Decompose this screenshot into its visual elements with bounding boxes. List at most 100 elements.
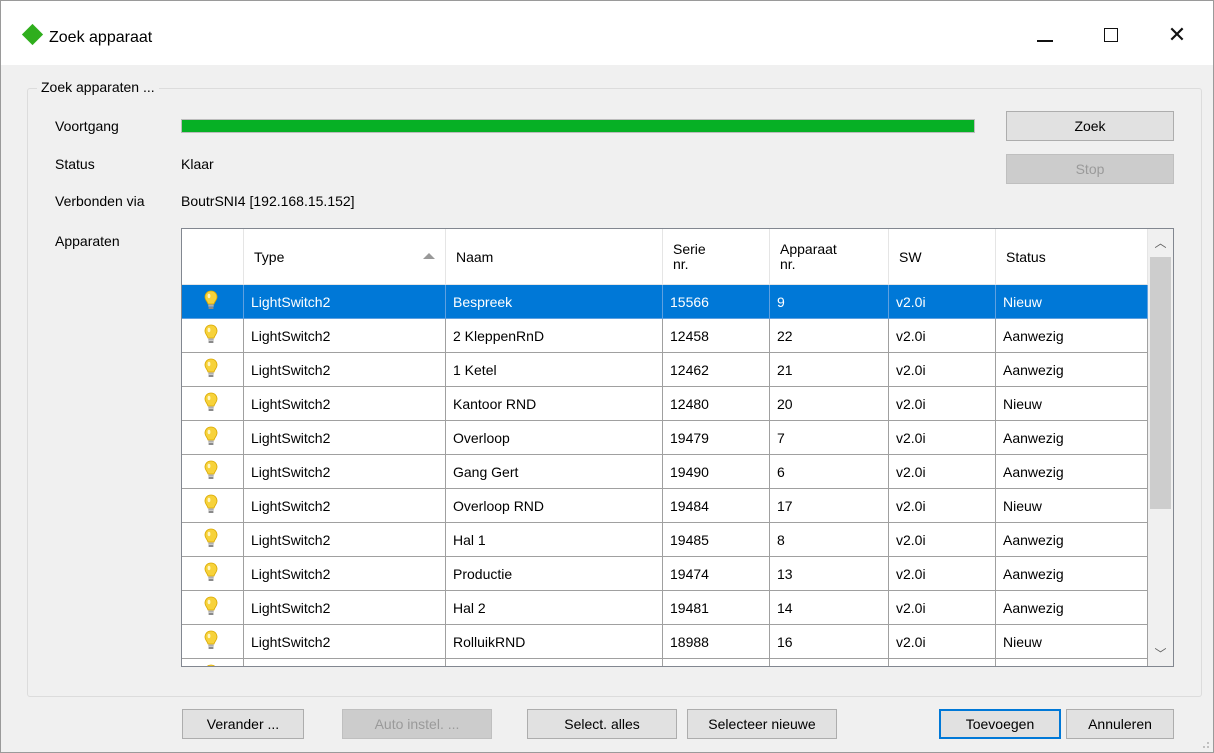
cell-sw: v2.0i: [889, 353, 996, 387]
table-row[interactable]: LightSwitch2 Productie 19474 13 v2.0i Aanwezi…: [182, 557, 1148, 591]
column-header-icon[interactable]: [182, 229, 244, 285]
close-button[interactable]: ✕: [1157, 15, 1197, 55]
cell-type: LightSwitch2: [244, 319, 446, 353]
cell-serial: 15566: [663, 285, 770, 319]
cell-status: Aanwezig: [996, 353, 1148, 387]
close-icon: ✕: [1167, 22, 1187, 47]
cell-name: Bespreek: [446, 285, 663, 319]
column-header-type[interactable]: Type: [244, 229, 446, 285]
change-button[interactable]: Verander ...: [182, 709, 304, 739]
cell-sw: v2.0i: [889, 489, 996, 523]
light-bulb-icon: [204, 324, 218, 346]
cell-sw: v2.0i: [889, 659, 996, 666]
light-bulb-icon: [204, 290, 218, 312]
cell-sw: v2.0i: [889, 319, 996, 353]
cell-sw: v2.0i: [889, 387, 996, 421]
cell-name: Gang Gert: [446, 455, 663, 489]
window-title: Zoek apparaat: [49, 29, 153, 46]
cell-device-nr: 13: [770, 557, 889, 591]
cell-serial: 19484: [663, 489, 770, 523]
auto-setup-button[interactable]: Auto instel. ...: [342, 709, 492, 739]
cell-icon: [182, 285, 244, 319]
cell-serial: 12480: [663, 387, 770, 421]
cell-status: Nieuw: [996, 489, 1148, 523]
cell-name: 1 Ketel: [446, 353, 663, 387]
scrollbar-thumb[interactable]: [1150, 257, 1171, 509]
cell-serial: 12462: [663, 353, 770, 387]
light-bulb-icon: [204, 392, 218, 414]
cell-device-nr: 14: [770, 591, 889, 625]
cancel-button[interactable]: Annuleren: [1066, 709, 1174, 739]
column-header-sw[interactable]: SW: [889, 229, 996, 285]
search-button[interactable]: Zoek: [1006, 111, 1174, 141]
cell-device-nr: 20: [770, 387, 889, 421]
cell-status: Aanwezig: [996, 455, 1148, 489]
table-row[interactable]: LightSwitch2 1 Ketel 12462 21 v2.0i Aanwezig: [182, 353, 1148, 387]
cell-icon: [182, 387, 244, 421]
light-bulb-icon: [204, 358, 218, 380]
select-new-button[interactable]: Selecteer nieuwe: [687, 709, 837, 739]
cell-icon: [182, 625, 244, 659]
add-button[interactable]: Toevoegen: [939, 709, 1061, 739]
column-header-device-nr[interactable]: Apparaat nr.: [770, 229, 889, 285]
vertical-scrollbar[interactable]: ︿ ﹀: [1148, 229, 1173, 666]
light-bulb-icon: [204, 426, 218, 448]
column-header-status[interactable]: Status: [996, 229, 1148, 285]
column-header-serial[interactable]: Serie nr.: [663, 229, 770, 285]
column-header-type-label: Type: [254, 248, 285, 265]
cell-device-nr: 8: [770, 523, 889, 557]
table-row[interactable]: LightSwitch2 Kantoor RND 12480 20 v2.0i Nieuw: [182, 387, 1148, 421]
table-row[interactable]: LightSwitch2 Bespreek 15566 9 v2.0i Nieuw: [182, 285, 1148, 319]
cell-device-nr: 21: [770, 353, 889, 387]
table-row[interactable]: LightSwitch2 2 KleppenRnD 12458 22 v2.0i Aanw…: [182, 319, 1148, 353]
table-row[interactable]: LightSwitch2 Hal 1 19485 8 v2.0i Aanwezig: [182, 523, 1148, 557]
cell-status: Aanwezig: [996, 659, 1148, 666]
cell-device-nr: 6: [770, 455, 889, 489]
cell-name: 2 KleppenRnD: [446, 319, 663, 353]
cell-icon: [182, 557, 244, 591]
cell-icon: [182, 455, 244, 489]
devices-label: Apparaten: [55, 233, 120, 249]
cell-device-nr: 17: [770, 489, 889, 523]
cell-sw: v2.0i: [889, 455, 996, 489]
minimize-button[interactable]: [1025, 15, 1065, 55]
resize-grip-icon[interactable]: [1200, 739, 1210, 749]
table-row[interactable]: LightSwitch2 Hal 2 19481 14 v2.0i Aanwezig: [182, 591, 1148, 625]
cell-type: LightSwitch2: [244, 591, 446, 625]
light-bulb-icon: [204, 528, 218, 550]
title-bar: Zoek apparaat ✕: [1, 1, 1213, 65]
cell-sw: v2.0i: [889, 591, 996, 625]
table-row[interactable]: LightSwitch2 RolluikRND 18988 16 v2.0i Nieuw: [182, 625, 1148, 659]
cell-status: Aanwezig: [996, 421, 1148, 455]
connected-value: BoutrSNI4 [192.168.15.152]: [181, 193, 355, 209]
cell-name: Hal 2: [446, 591, 663, 625]
progress-label: Voortgang: [55, 118, 119, 134]
groupbox-legend: Zoek apparaten ...: [37, 79, 159, 95]
stop-button[interactable]: Stop: [1006, 154, 1174, 184]
scroll-down-arrow-icon[interactable]: ﹀: [1148, 640, 1173, 666]
cell-status: Nieuw: [996, 387, 1148, 421]
maximize-button[interactable]: [1091, 15, 1131, 55]
select-all-button[interactable]: Select. alles: [527, 709, 677, 739]
cell-status: Aanwezig: [996, 523, 1148, 557]
cell-serial: 19478: [663, 659, 770, 666]
table-row[interactable]: LightSwitch2 Overloop 19479 7 v2.0i Aanwezig: [182, 421, 1148, 455]
table-row[interactable]: LightSwitch2 Overloop RND 19484 17 v2.0i Nieu…: [182, 489, 1148, 523]
table-row[interactable]: LightSwitch2SMD1947815v2.0iAanwezig: [182, 659, 1148, 666]
cell-status: Nieuw: [996, 625, 1148, 659]
table-row[interactable]: LightSwitch2 Gang Gert 19490 6 v2.0i Aanwezig: [182, 455, 1148, 489]
cell-icon: [182, 319, 244, 353]
devices-list[interactable]: Type Naam Serie nr. Apparaat nr. SW Stat…: [181, 228, 1174, 667]
cell-icon: [182, 659, 244, 666]
cell-status: Aanwezig: [996, 319, 1148, 353]
minimize-icon: [1037, 40, 1053, 42]
cell-serial: 19479: [663, 421, 770, 455]
light-bulb-icon: [204, 630, 218, 652]
cell-sw: v2.0i: [889, 523, 996, 557]
scroll-up-arrow-icon[interactable]: ︿: [1148, 229, 1173, 255]
cell-name: Kantoor RND: [446, 387, 663, 421]
cell-serial: 19485: [663, 523, 770, 557]
cell-name: SMD: [446, 659, 663, 666]
cell-type: LightSwitch2: [244, 625, 446, 659]
column-header-name[interactable]: Naam: [446, 229, 663, 285]
